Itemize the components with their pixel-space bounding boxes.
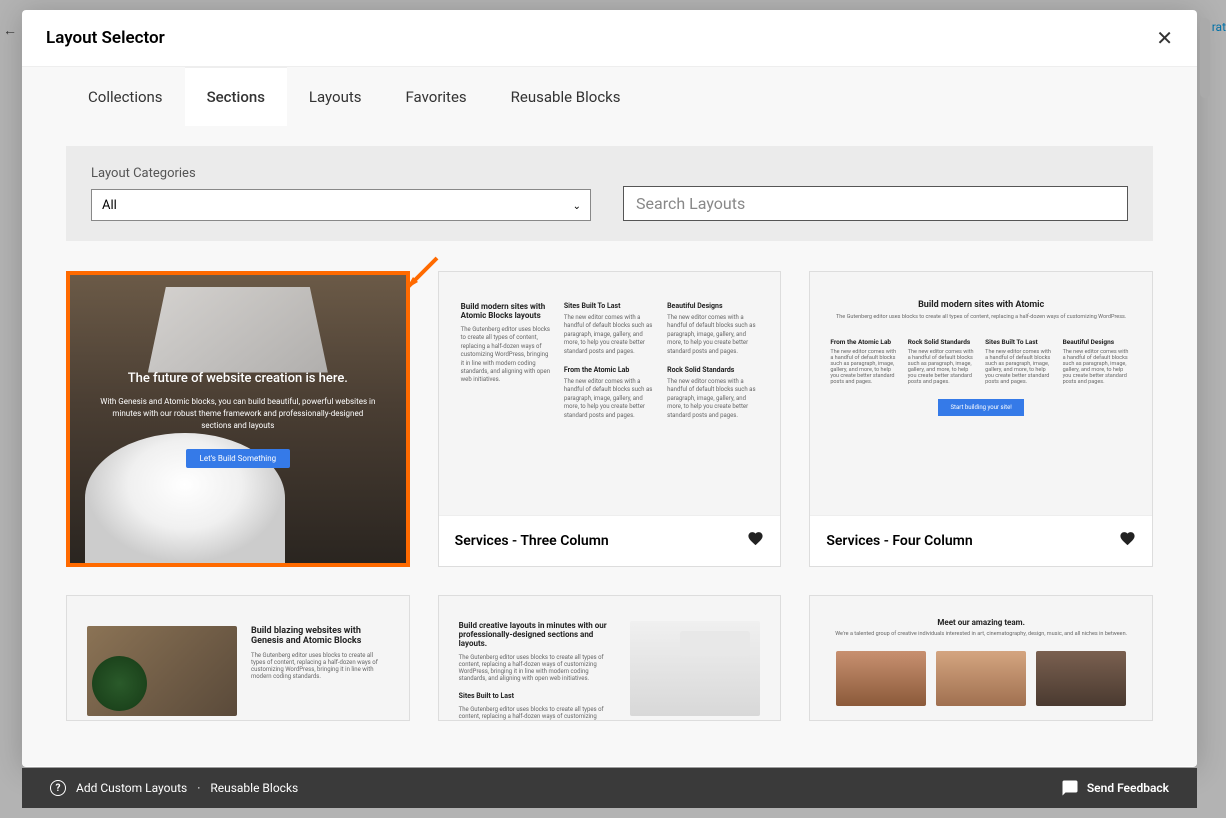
modal-title: Layout Selector xyxy=(46,28,165,48)
card-preview: Build modern sites with Atomic Blocks la… xyxy=(439,272,781,515)
tabs: Collections Sections Layouts Favorites R… xyxy=(22,67,1197,126)
preview-image xyxy=(87,626,237,716)
preview-image xyxy=(630,621,760,716)
send-feedback-link[interactable]: Send Feedback xyxy=(1061,779,1169,797)
modal-body: Collections Sections Layouts Favorites R… xyxy=(22,67,1197,766)
tab-reusable-blocks[interactable]: Reusable Blocks xyxy=(489,67,643,126)
scrollbar-thumb[interactable] xyxy=(1200,18,1210,98)
card-hero-header[interactable]: The future of website creation is here. … xyxy=(66,271,410,567)
card-title: Services - Four Column xyxy=(826,533,972,549)
help-icon[interactable]: ? xyxy=(50,780,66,796)
card-preview: Meet our amazing team. We're a talented … xyxy=(810,596,1152,721)
modal-header: Layout Selector ✕ xyxy=(22,10,1197,67)
reusable-blocks-link[interactable]: Reusable Blocks xyxy=(210,781,298,795)
favorite-icon[interactable] xyxy=(747,530,764,552)
layout-selector-modal: Layout Selector ✕ Collections Sections L… xyxy=(22,10,1197,767)
add-custom-layouts-link[interactable]: Add Custom Layouts xyxy=(76,781,187,795)
category-label: Layout Categories xyxy=(91,166,591,181)
tab-layouts[interactable]: Layouts xyxy=(287,67,384,126)
stray-link: rat xyxy=(1212,20,1226,34)
preview-headline: The future of website creation is here. xyxy=(100,371,376,386)
card-title: Services - Three Column xyxy=(455,533,609,549)
card-services-three-column[interactable]: Build modern sites with Atomic Blocks la… xyxy=(438,271,782,567)
card-preview: Build blazing websites with Genesis and … xyxy=(67,596,409,721)
layout-grid: The future of website creation is here. … xyxy=(22,241,1197,751)
tab-collections[interactable]: Collections xyxy=(66,67,185,126)
team-photo xyxy=(936,651,1026,706)
search-input[interactable] xyxy=(623,186,1128,221)
card-media-text[interactable]: Build blazing websites with Genesis and … xyxy=(66,595,410,721)
chat-icon xyxy=(1061,779,1079,797)
footer-bar: ? Add Custom Layouts · Reusable Blocks S… xyxy=(22,768,1197,808)
card-preview: Build creative layouts in minutes with o… xyxy=(439,596,781,721)
back-arrow-icon: ← xyxy=(3,22,17,39)
card-services-four-column[interactable]: Build modern sites with Atomic The Guten… xyxy=(809,271,1153,567)
card-preview: The future of website creation is here. … xyxy=(70,275,406,563)
close-button[interactable]: ✕ xyxy=(1156,26,1173,50)
tab-favorites[interactable]: Favorites xyxy=(384,67,489,126)
preview-button: Let's Build Something xyxy=(186,449,291,468)
category-select[interactable]: All xyxy=(91,189,591,221)
team-photo xyxy=(836,651,926,706)
tab-sections[interactable]: Sections xyxy=(185,67,287,126)
preview-sub: With Genesis and Atomic blocks, you can … xyxy=(100,396,376,432)
team-photo xyxy=(1036,651,1126,706)
favorite-icon[interactable] xyxy=(1119,530,1136,552)
filter-bar: Layout Categories All ⌄ xyxy=(66,146,1153,241)
card-preview: Build modern sites with Atomic The Guten… xyxy=(810,272,1152,515)
card-creative-layout[interactable]: Build creative layouts in minutes with o… xyxy=(438,595,782,721)
card-team[interactable]: Meet our amazing team. We're a talented … xyxy=(809,595,1153,721)
